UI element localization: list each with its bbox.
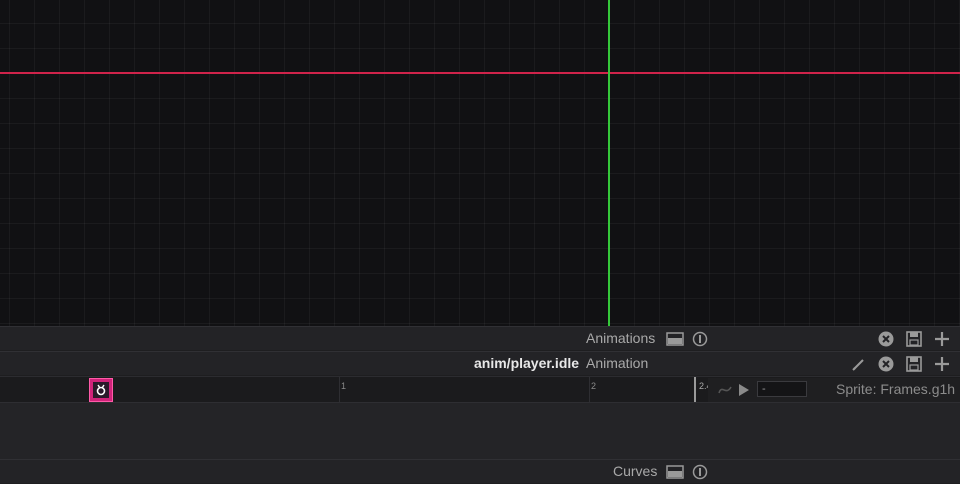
track-area[interactable] [0, 402, 960, 459]
curves-title: Curves [613, 463, 658, 479]
close-icon[interactable] [877, 355, 895, 373]
save-icon[interactable] [905, 330, 923, 348]
frame-input[interactable]: - [757, 381, 807, 397]
timeline-tick [589, 377, 590, 402]
animations-title: Animations [586, 330, 656, 346]
x-axis-line [0, 72, 960, 74]
clip-bar: anim/player.idle Animation [0, 351, 960, 375]
panel-icon[interactable] [666, 464, 684, 480]
y-axis-line [608, 0, 610, 326]
play-icon[interactable] [736, 381, 752, 399]
timeline-ruler[interactable]: 1 2 2.4 - Sprite: Frames.g1h [0, 376, 960, 402]
scene-viewport[interactable] [0, 0, 960, 326]
curve-icon[interactable] [716, 381, 734, 399]
info-icon[interactable] [691, 463, 709, 481]
save-icon[interactable] [905, 355, 923, 373]
timeline-tick [339, 377, 340, 402]
animations-bar: Animations [0, 326, 960, 350]
info-icon[interactable] [691, 330, 709, 348]
add-icon[interactable] [933, 330, 951, 348]
playhead[interactable] [694, 377, 696, 402]
sprite-thumbnail-icon [93, 382, 109, 398]
tick-label-2: 2 [591, 381, 597, 391]
close-icon[interactable] [877, 330, 895, 348]
add-icon[interactable] [933, 355, 951, 373]
clip-name[interactable]: anim/player.idle [474, 355, 579, 371]
sprite-label: Sprite: Frames.g1h [836, 381, 956, 397]
clip-type-label: Animation [586, 355, 649, 371]
tick-label-1: 1 [341, 381, 347, 391]
curves-bar: Curves [0, 459, 960, 483]
edit-icon[interactable] [850, 355, 868, 373]
keyframe-thumbnail[interactable] [89, 378, 113, 402]
panel-icon[interactable] [666, 331, 684, 347]
